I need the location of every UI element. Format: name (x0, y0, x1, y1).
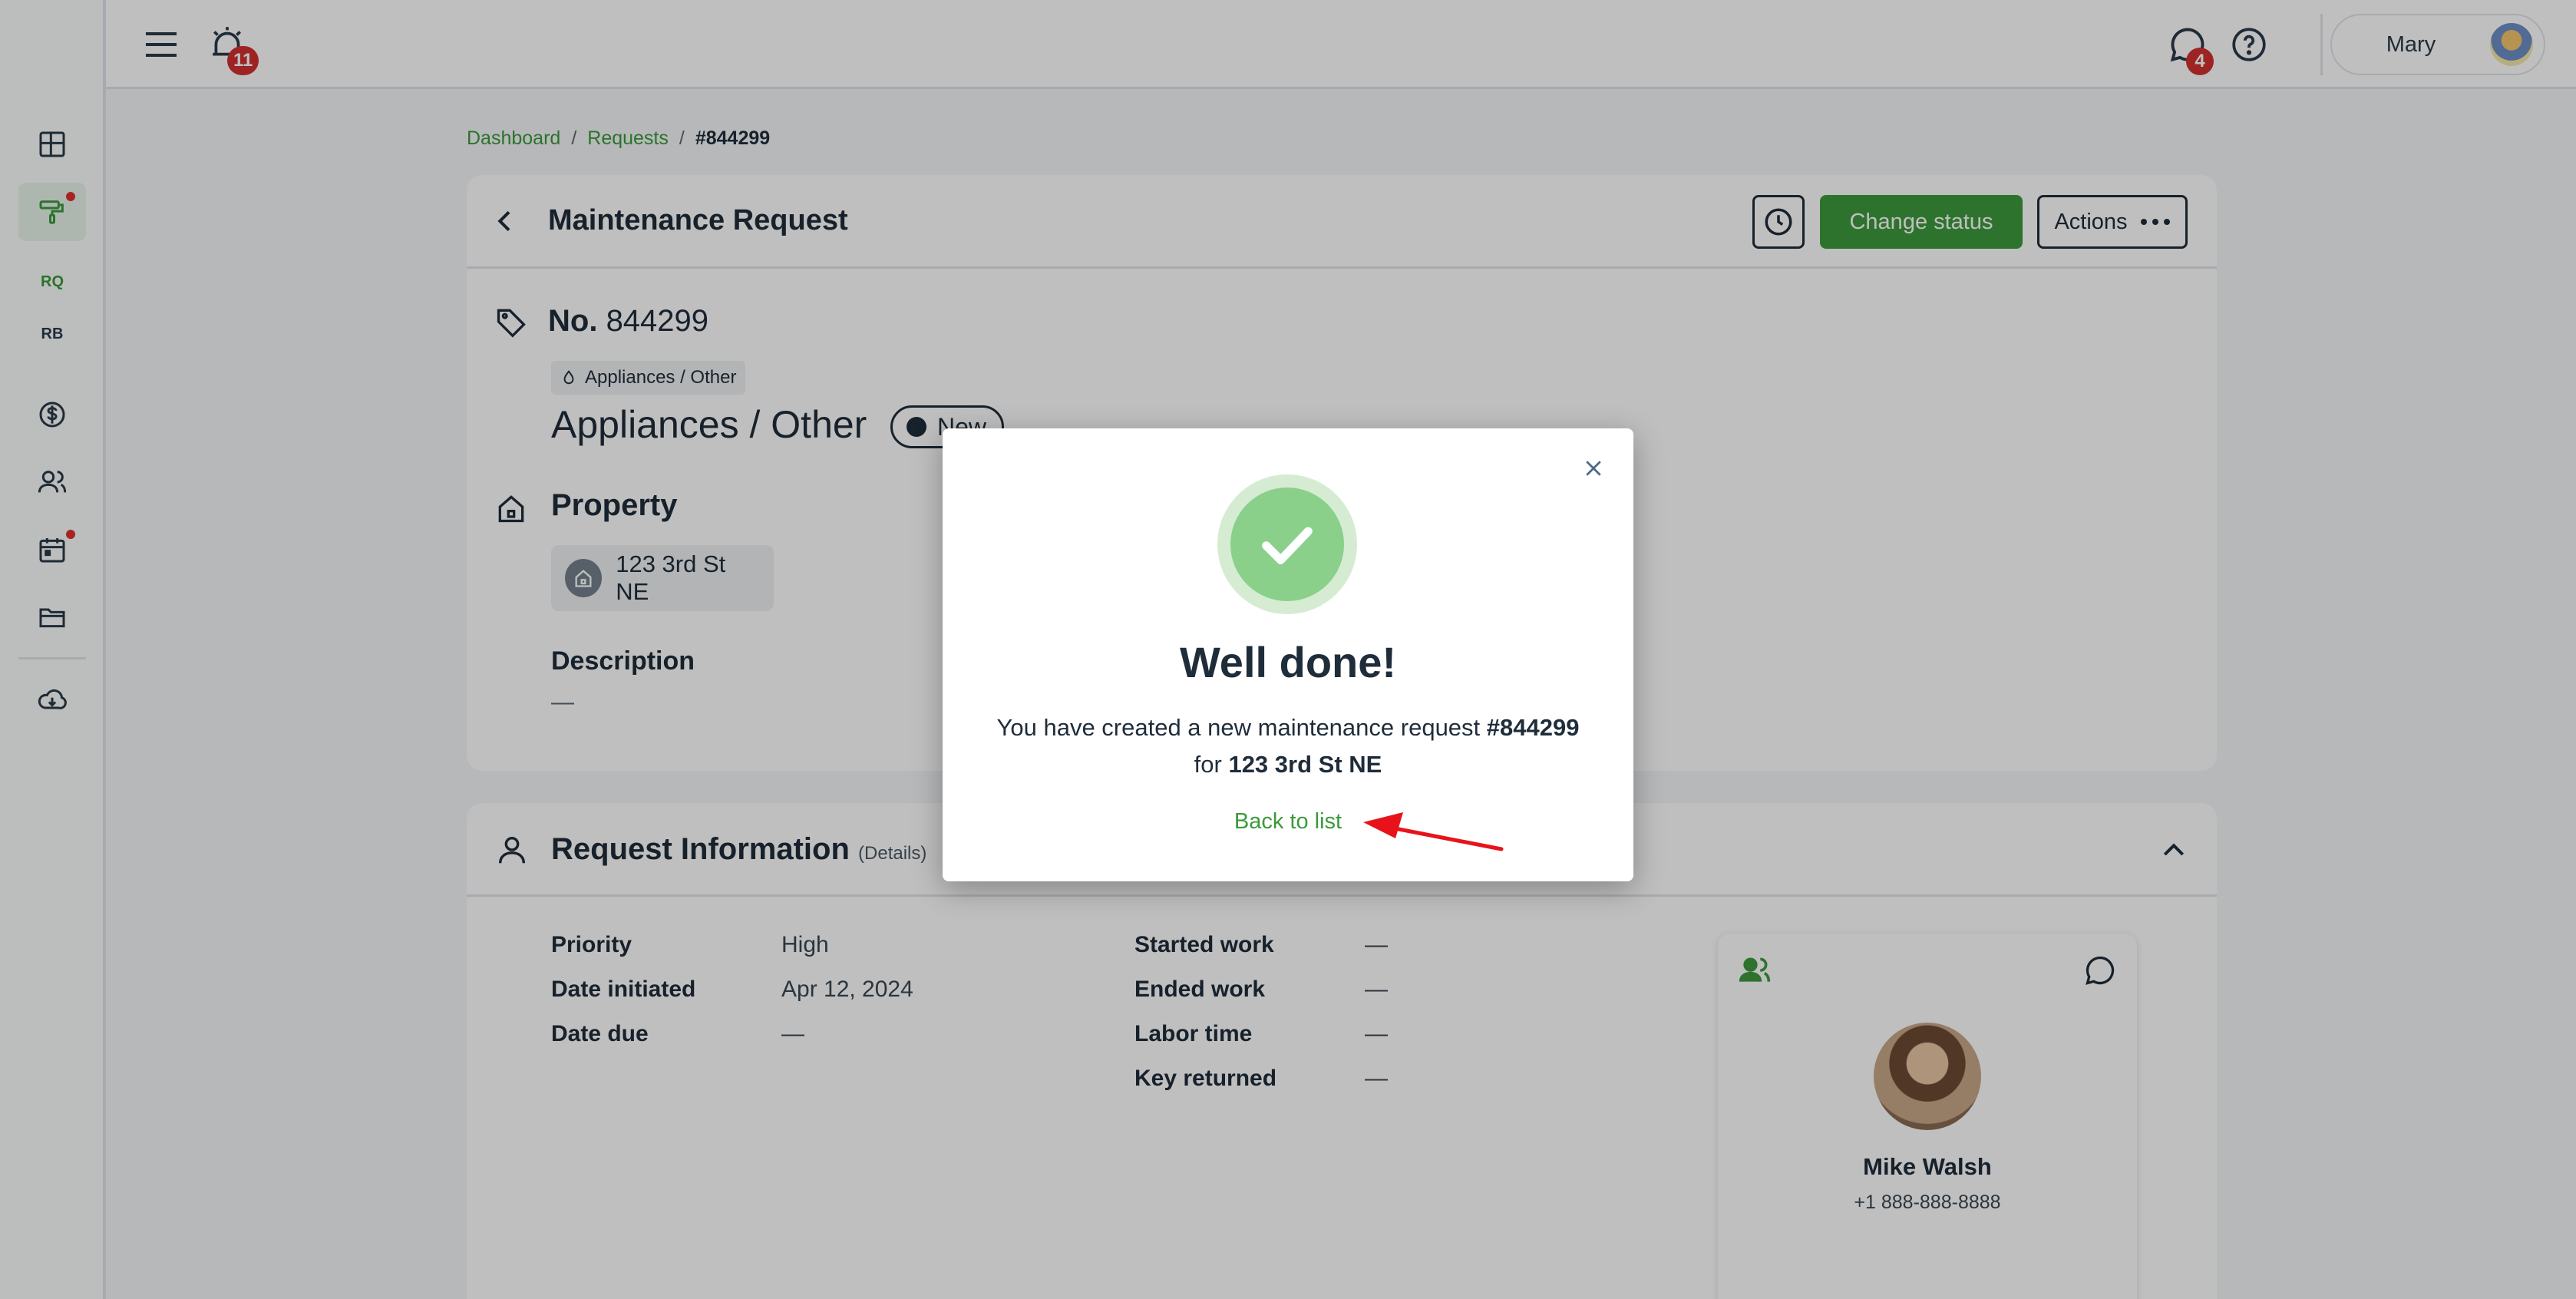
success-modal: Well done! You have created a new mainte… (943, 428, 1633, 881)
modal-message-prefix: You have created a new maintenance reque… (996, 714, 1487, 741)
checkmark-icon (1262, 527, 1313, 564)
modal-address: 123 3rd St NE (1228, 751, 1382, 778)
close-button[interactable] (1580, 454, 1607, 482)
modal-title: Well done! (1179, 638, 1397, 686)
modal-message-for: for (1194, 751, 1229, 778)
modal-request-number: #844299 (1486, 714, 1580, 741)
close-icon (1586, 461, 1601, 476)
back-to-list-link[interactable]: Back to list (943, 809, 1633, 835)
annotation-arrow (1363, 812, 1504, 851)
modal-message: You have created a new maintenance reque… (973, 709, 1603, 783)
success-check-badge (1217, 474, 1357, 614)
success-check-circle (1230, 488, 1344, 601)
